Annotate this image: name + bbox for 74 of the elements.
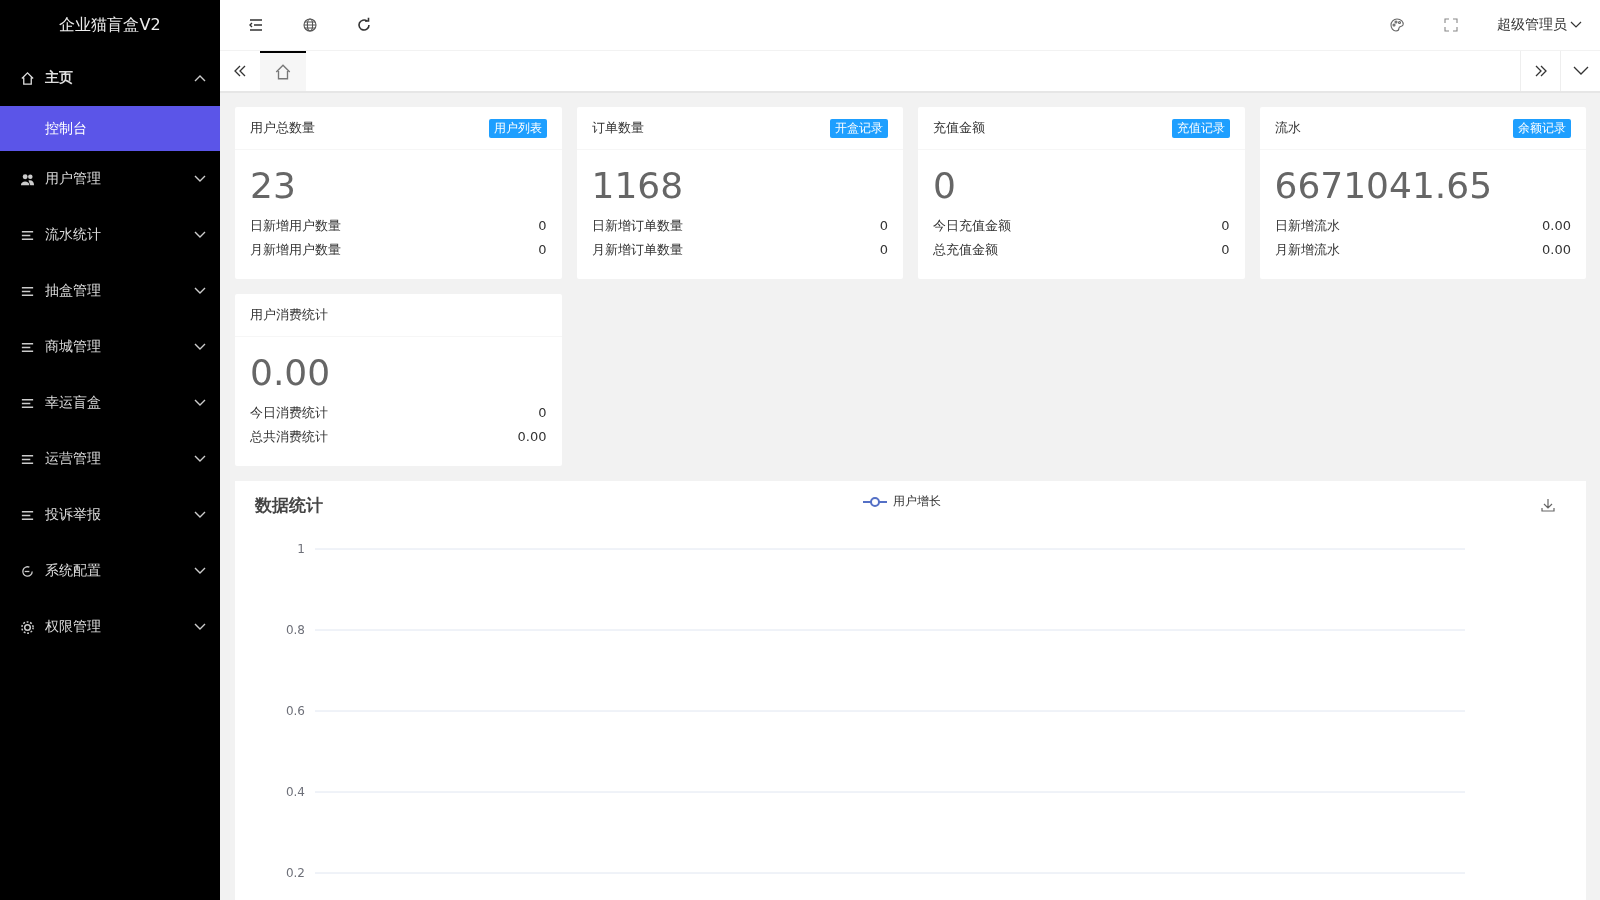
stat-value: 0.00 [250,351,332,395]
stat-number: 0 [1221,241,1230,259]
card-title: 用户总数量 [250,119,315,137]
stat-number: 0.00 [1542,217,1571,235]
palette-icon[interactable] [1389,17,1405,33]
stat-value: 6671041.65 [1274,164,1494,208]
legend-label[interactable]: 用户增长 [893,493,941,510]
chart-title: 数据统计 [255,493,323,517]
card-title: 用户消费统计 [250,306,328,324]
stat-number: 0.00 [517,428,547,446]
globe-icon[interactable] [302,17,318,33]
stat-number: 0 [879,241,888,259]
refresh-icon[interactable] [356,17,372,33]
sidebar-item[interactable]: 系统配置 [0,543,220,599]
chevron-icon [194,343,206,351]
menu-icon[interactable] [248,17,264,33]
settings-icon [20,619,35,635]
sidebar-item[interactable]: 用户管理 [0,151,220,207]
stat-value: 23 [250,164,297,208]
stat-value: 0 [933,164,957,208]
sidebar-item[interactable]: 投诉举报 [0,487,220,543]
stat-label: 日新增流水 [1274,217,1340,235]
axis-tick-label: 0.4 [285,785,305,799]
home-icon [274,63,292,81]
stat-label: 今日消费统计 [250,404,328,422]
axis-tick-label: 0.8 [285,623,305,637]
sidebar-item[interactable]: 权限管理 [0,599,220,655]
download-icon[interactable] [1540,497,1556,513]
stat-number: 0 [538,404,547,422]
stat-number: 0 [538,217,547,235]
axis-tick-label: 0.6 [285,704,305,718]
chevron-down-icon [1570,21,1582,29]
stat-label: 月新增订单数量 [591,241,683,259]
stat-label: 月新增流水 [1274,241,1340,259]
axis-tick-label: 1 [297,542,305,556]
chevron-down-icon [1572,66,1589,76]
home-tab[interactable] [260,51,306,91]
axis-tick-label: 0.2 [285,866,305,880]
chevron-icon [194,399,206,407]
stat-label: 总共消费统计 [250,428,328,446]
sidebar-item[interactable]: 运营管理 [0,431,220,487]
users-icon [20,171,35,187]
stat-label: 总充值金额 [933,241,998,259]
stat-label: 今日充值金额 [933,217,1011,235]
stat-label: 日新增订单数量 [591,217,683,235]
chevron-icon [194,511,206,519]
chevron-icon [194,455,206,463]
home-icon [20,70,35,86]
stat-value: 1168 [591,164,685,208]
chevron-icon [194,74,206,82]
chevron-icon [194,231,206,239]
circle-arrow-icon [20,563,35,579]
sidebar-item[interactable]: 主页 [0,50,220,106]
sidebar-item[interactable]: 流水统计 [0,207,220,263]
stat-number: 0 [538,241,547,259]
stat-label: 月新增用户数量 [250,241,341,259]
chevron-icon [194,175,206,183]
double-chevron-left-icon [232,63,248,79]
stat-number: 0 [879,217,888,235]
app-title: 企业猫盲盒V2 [58,13,162,36]
card-title: 流水 [1274,119,1301,137]
chevron-icon [194,567,206,575]
sidebar-item[interactable]: 抽盒管理 [0,263,220,319]
stat-number: 0.00 [1542,241,1571,259]
stat-label: 日新增用户数量 [250,217,341,235]
chevron-icon [194,287,206,295]
card-title: 充值金额 [933,119,985,137]
sidebar-subitem[interactable]: 控制台 [0,106,220,151]
user-menu[interactable]: 超级管理员 [1497,16,1582,34]
sidebar-item[interactable]: 商城管理 [0,319,220,375]
card-title: 订单数量 [591,119,644,137]
sidebar-item[interactable]: 幸运盲盒 [0,375,220,431]
chevron-icon [194,623,206,631]
stat-number: 0 [1221,217,1230,235]
